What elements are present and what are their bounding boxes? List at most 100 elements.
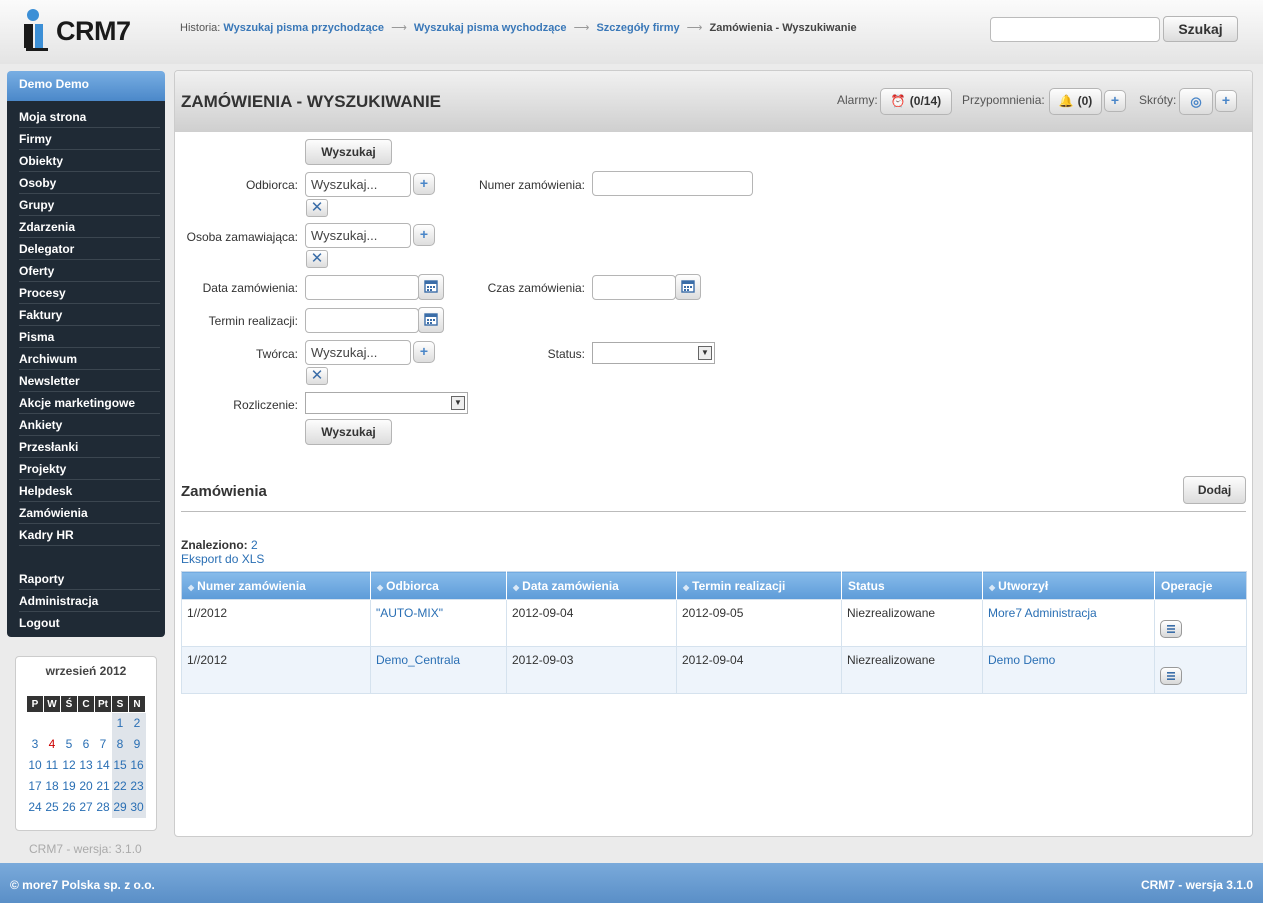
czas-zamowienia-input[interactable] — [592, 275, 676, 300]
data-zamowienia-calendar-button[interactable] — [418, 274, 444, 300]
sidebar-item-projekty[interactable]: Projekty — [19, 458, 160, 480]
calendar-day[interactable]: 24 — [27, 797, 44, 818]
sidebar-item-faktury[interactable]: Faktury — [19, 304, 160, 326]
calendar-day[interactable]: 27 — [78, 797, 95, 818]
search-input[interactable] — [990, 17, 1160, 42]
history-link-pisma-przychodzace[interactable]: Wyszukaj pisma przychodzące — [223, 22, 384, 34]
alarmy-button[interactable]: ⏰ (0/14) — [880, 88, 952, 115]
logo[interactable]: CRM7 — [22, 8, 152, 54]
calendar-day[interactable]: 7 — [95, 734, 112, 755]
add-reminder-button[interactable]: + — [1104, 90, 1126, 112]
termin-realizacji-input[interactable] — [305, 308, 419, 333]
sidebar-item-firmy[interactable]: Firmy — [19, 128, 160, 150]
sidebar-item-akcje-marketingowe[interactable]: Akcje marketingowe — [19, 392, 160, 414]
sidebar-item-raporty[interactable]: Raporty — [19, 568, 160, 590]
clear-osoba-icon[interactable]: ✕ — [306, 250, 328, 268]
history-link-pisma-wychodzace[interactable]: Wyszukaj pisma wychodzące — [414, 22, 567, 34]
history-link-szczegoly-firmy[interactable]: Szczegóły firmy — [596, 22, 679, 34]
calendar-day[interactable]: 18 — [44, 776, 61, 797]
sidebar-item-procesy[interactable]: Procesy — [19, 282, 160, 304]
calendar-day[interactable]: 26 — [61, 797, 78, 818]
add-odbiorca-button[interactable]: + — [413, 173, 435, 195]
search-button[interactable]: Szukaj — [1163, 16, 1238, 42]
utworzyl-link[interactable]: More7 Administracja — [988, 606, 1097, 620]
status-select[interactable]: ▼ — [592, 342, 715, 364]
calendar-day[interactable]: 17 — [27, 776, 44, 797]
przypomnienia-count: (0) — [1077, 94, 1093, 108]
sidebar-item-zamowienia[interactable]: Zamówienia — [19, 502, 160, 524]
clear-odbiorca-icon[interactable]: ✕ — [306, 199, 328, 217]
sidebar-item-oferty[interactable]: Oferty — [19, 260, 160, 282]
calendar-day[interactable]: 10 — [27, 755, 44, 776]
column-header-utworzyl[interactable]: ◆ Utworzył — [982, 571, 1155, 600]
calendar-day[interactable]: 29 — [111, 796, 129, 818]
numer-zamowienia-input[interactable] — [592, 171, 753, 196]
sidebar-item-logout[interactable]: Logout — [19, 612, 160, 634]
column-header-numer[interactable]: ◆ Numer zamówienia — [181, 571, 371, 600]
sidebar-item-osoby[interactable]: Osoby — [19, 172, 160, 194]
calendar-day[interactable]: 8 — [111, 733, 129, 755]
tworca-input[interactable]: Wyszukaj... — [305, 340, 411, 365]
sidebar-item-obiekty[interactable]: Obiekty — [19, 150, 160, 172]
calendar-day[interactable]: 22 — [111, 775, 129, 797]
sidebar-item-pisma[interactable]: Pisma — [19, 326, 160, 348]
calendar-day[interactable]: 12 — [61, 755, 78, 776]
calendar-day[interactable]: 14 — [95, 755, 112, 776]
sidebar-item-archiwum[interactable]: Archiwum — [19, 348, 160, 370]
export-xls-link[interactable]: Eksport do XLS — [181, 552, 264, 566]
search-form-button-top[interactable]: Wyszukaj — [305, 139, 392, 165]
sidebar-item-kadry-hr[interactable]: Kadry HR — [19, 524, 160, 546]
odbiorca-input[interactable]: Wyszukaj... — [305, 172, 411, 197]
calendar-day[interactable]: 19 — [61, 776, 78, 797]
przypomnienia-button[interactable]: 🔔 (0) — [1049, 88, 1102, 115]
column-header-data[interactable]: ◆ Data zamówienia — [506, 571, 677, 600]
operations-menu-button[interactable] — [1160, 667, 1182, 685]
search-form-button-bottom[interactable]: Wyszukaj — [305, 419, 392, 445]
odbiorca-link[interactable]: "AUTO-MIX" — [376, 606, 443, 620]
operations-menu-button[interactable] — [1160, 620, 1182, 638]
shortcuts-button[interactable]: ◎ — [1179, 88, 1213, 115]
calendar-day[interactable]: 28 — [95, 797, 112, 818]
sidebar-item-delegator[interactable]: Delegator — [19, 238, 160, 260]
calendar-day[interactable]: 4 — [44, 734, 61, 755]
clear-tworca-icon[interactable]: ✕ — [306, 367, 328, 385]
add-shortcut-button[interactable]: + — [1215, 90, 1237, 112]
sidebar-item-helpdesk[interactable]: Helpdesk — [19, 480, 160, 502]
add-osoba-button[interactable]: + — [413, 224, 435, 246]
calendar-day[interactable]: 6 — [78, 734, 95, 755]
termin-realizacji-calendar-button[interactable] — [418, 307, 444, 333]
sidebar-user[interactable]: Demo Demo — [7, 71, 165, 101]
found-number[interactable]: 2 — [251, 538, 258, 552]
calendar-day[interactable]: 2 — [128, 712, 146, 734]
sidebar-item-newsletter[interactable]: Newsletter — [19, 370, 160, 392]
column-header-odbiorca[interactable]: ◆ Odbiorca — [370, 571, 507, 600]
calendar-day[interactable]: 20 — [78, 776, 95, 797]
sidebar-item-przeslanki[interactable]: Przesłanki — [19, 436, 160, 458]
calendar-day[interactable]: 15 — [111, 754, 129, 776]
data-zamowienia-input[interactable] — [305, 275, 419, 300]
calendar-day[interactable]: 3 — [27, 734, 44, 755]
odbiorca-link[interactable]: Demo_Centrala — [376, 653, 460, 667]
sidebar-item-moja-strona[interactable]: Moja strona — [19, 106, 160, 128]
calendar-day[interactable]: 9 — [128, 733, 146, 755]
calendar-day[interactable]: 30 — [128, 796, 146, 818]
czas-zamowienia-calendar-button[interactable] — [675, 274, 701, 300]
calendar-day[interactable]: 13 — [78, 755, 95, 776]
calendar-day[interactable]: 11 — [44, 755, 61, 776]
add-order-button[interactable]: Dodaj — [1183, 476, 1246, 504]
calendar-day[interactable]: 16 — [128, 754, 146, 776]
calendar-day[interactable]: 25 — [44, 797, 61, 818]
rozliczenie-select[interactable]: ▼ — [305, 392, 468, 414]
sidebar-item-administracja[interactable]: Administracja — [19, 590, 160, 612]
sidebar-item-grupy[interactable]: Grupy — [19, 194, 160, 216]
osoba-zamawiajaca-input[interactable]: Wyszukaj... — [305, 223, 411, 248]
calendar-day[interactable]: 5 — [61, 734, 78, 755]
add-tworca-button[interactable]: + — [413, 341, 435, 363]
sidebar-item-zdarzenia[interactable]: Zdarzenia — [19, 216, 160, 238]
column-header-termin[interactable]: ◆ Termin realizacji — [676, 571, 842, 600]
calendar-day[interactable]: 23 — [128, 775, 146, 797]
calendar-day[interactable]: 1 — [111, 712, 129, 734]
utworzyl-link[interactable]: Demo Demo — [988, 653, 1055, 667]
sidebar-item-ankiety[interactable]: Ankiety — [19, 414, 160, 436]
calendar-day[interactable]: 21 — [95, 776, 112, 797]
